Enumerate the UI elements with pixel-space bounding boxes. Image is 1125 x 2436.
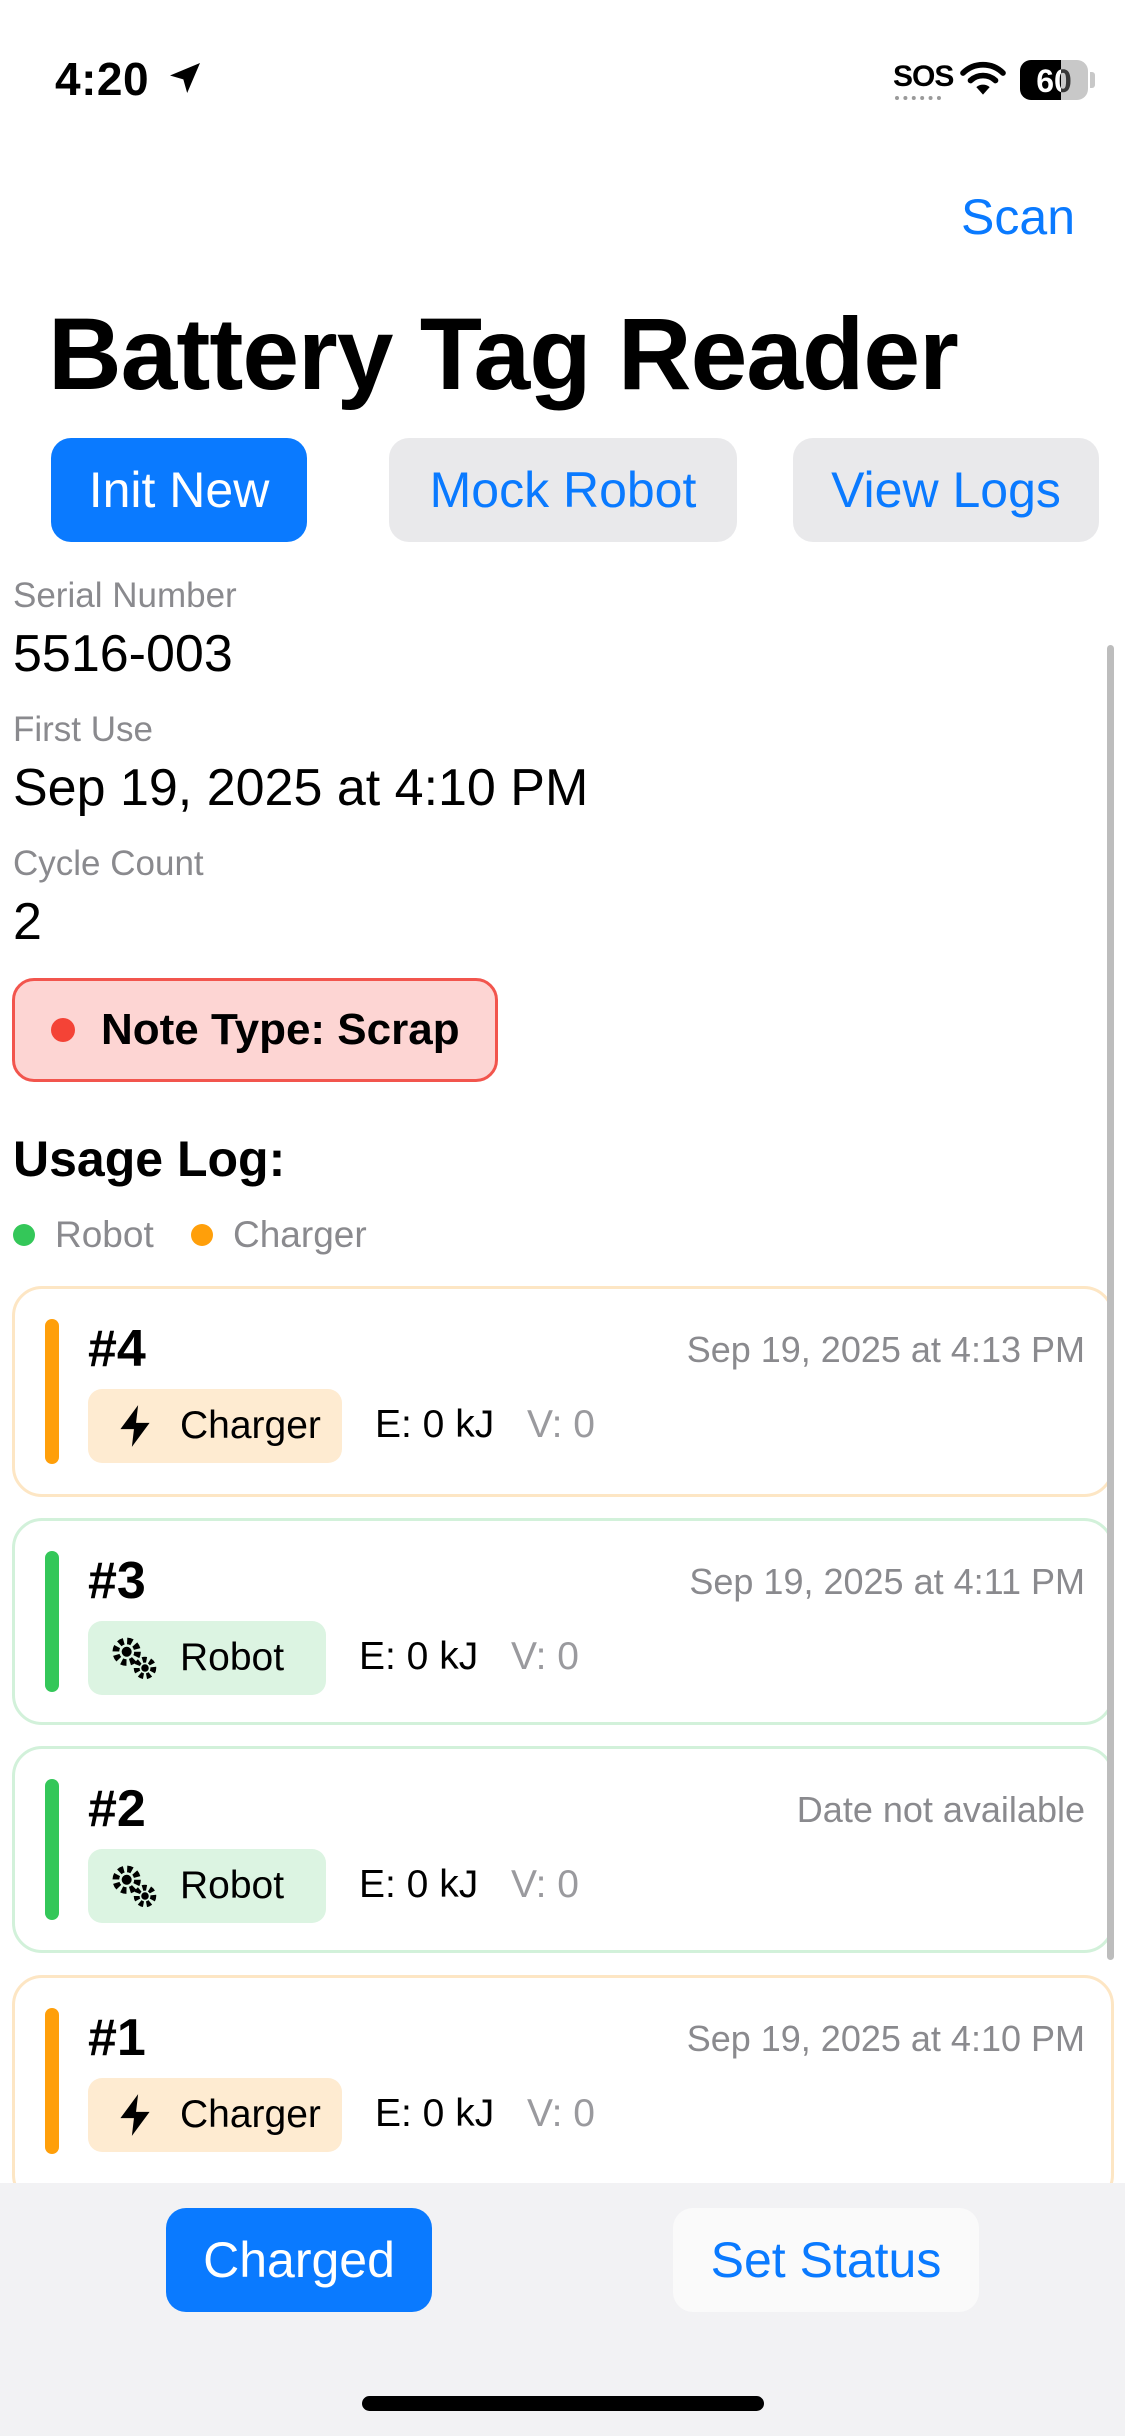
- voltage-value: V: 0: [527, 1403, 595, 1446]
- type-label: Robot: [180, 1636, 285, 1679]
- first-use-label: First Use: [13, 710, 153, 749]
- energy-value: E: 0 kJ: [375, 2092, 495, 2135]
- robot-legend-dot: [13, 1224, 35, 1246]
- cycle-count-label: Cycle Count: [13, 844, 204, 883]
- type-color-bar: [45, 1779, 59, 1920]
- sos-indicator: SOS: [893, 60, 954, 93]
- entry-date: Date not available: [796, 1789, 1085, 1830]
- usage-log-title: Usage Log:: [13, 1131, 286, 1187]
- entry-date: Sep 19, 2025 at 4:13 PM: [686, 1329, 1085, 1370]
- charged-button[interactable]: Charged: [166, 2208, 432, 2312]
- legend-robot-label: Robot: [55, 1214, 154, 1255]
- status-time: 4:20: [55, 53, 150, 105]
- type-chip: Robot: [88, 1621, 326, 1695]
- cycle-count-value: 2: [13, 893, 42, 951]
- wifi-icon: [960, 61, 1006, 95]
- init-new-button[interactable]: Init New: [51, 438, 307, 542]
- log-entry[interactable]: #1 Sep 19, 2025 at 4:10 PM Charger E: 0 …: [12, 1975, 1114, 2205]
- type-chip: Charger: [88, 2078, 342, 2152]
- type-color-bar: [45, 1319, 59, 1464]
- type-color-bar: [45, 2008, 59, 2154]
- energy-value: E: 0 kJ: [359, 1863, 479, 1906]
- legend-charger: Charger: [191, 1214, 367, 1256]
- serial-number-label: Serial Number: [13, 576, 237, 615]
- bolt-icon: [120, 1405, 150, 1447]
- entry-number: #3: [88, 1552, 146, 1610]
- battery-indicator: 60: [1020, 60, 1088, 100]
- location-arrow-icon: [170, 63, 200, 93]
- scrollbar[interactable]: [1107, 645, 1114, 1960]
- type-label: Robot: [180, 1864, 285, 1907]
- voltage-value: V: 0: [511, 1863, 579, 1906]
- energy-value: E: 0 kJ: [375, 1403, 495, 1446]
- entry-number: #2: [88, 1780, 146, 1838]
- log-entry[interactable]: #4 Sep 19, 2025 at 4:13 PM Charger E: 0 …: [12, 1286, 1114, 1497]
- legend-robot: Robot: [13, 1214, 154, 1256]
- status-dot: [51, 1018, 75, 1042]
- type-label: Charger: [180, 1404, 321, 1447]
- entry-date: Sep 19, 2025 at 4:11 PM: [689, 1561, 1085, 1602]
- view-logs-button[interactable]: View Logs: [793, 438, 1099, 542]
- gears-icon: [112, 1865, 157, 1908]
- voltage-value: V: 0: [527, 2092, 595, 2135]
- mock-robot-button[interactable]: Mock Robot: [389, 438, 737, 542]
- bolt-icon: [120, 2094, 150, 2136]
- type-chip: Robot: [88, 1849, 326, 1923]
- first-use-value: Sep 19, 2025 at 4:10 PM: [13, 759, 589, 817]
- entry-date: Sep 19, 2025 at 4:10 PM: [686, 2018, 1085, 2059]
- home-indicator[interactable]: [362, 2396, 764, 2411]
- energy-value: E: 0 kJ: [359, 1635, 479, 1678]
- scan-button[interactable]: Scan: [961, 188, 1075, 246]
- note-type-text: Note Type: Scrap: [101, 1005, 460, 1054]
- type-label: Charger: [180, 2093, 321, 2136]
- entry-number: #1: [88, 2009, 146, 2067]
- page-title: Battery Tag Reader: [48, 297, 959, 411]
- type-chip: Charger: [88, 1389, 342, 1463]
- entry-number: #4: [88, 1320, 146, 1378]
- log-entry[interactable]: #3 Sep 19, 2025 at 4:11 PM Robot E: 0 kJ…: [12, 1518, 1114, 1725]
- log-entry[interactable]: #2 Date not available Robot E: 0 kJ V: 0: [12, 1746, 1114, 1953]
- legend-charger-label: Charger: [233, 1214, 367, 1255]
- set-status-button[interactable]: Set Status: [673, 2208, 979, 2312]
- serial-number-value: 5516-003: [13, 625, 233, 683]
- signal-dots: [895, 96, 941, 100]
- battery-percent: 60: [1036, 63, 1072, 99]
- gears-icon: [112, 1637, 157, 1680]
- charger-legend-dot: [191, 1224, 213, 1246]
- note-type-badge: Note Type: Scrap: [12, 978, 498, 1082]
- type-color-bar: [45, 1551, 59, 1692]
- battery-cap: [1090, 72, 1095, 88]
- voltage-value: V: 0: [511, 1635, 579, 1678]
